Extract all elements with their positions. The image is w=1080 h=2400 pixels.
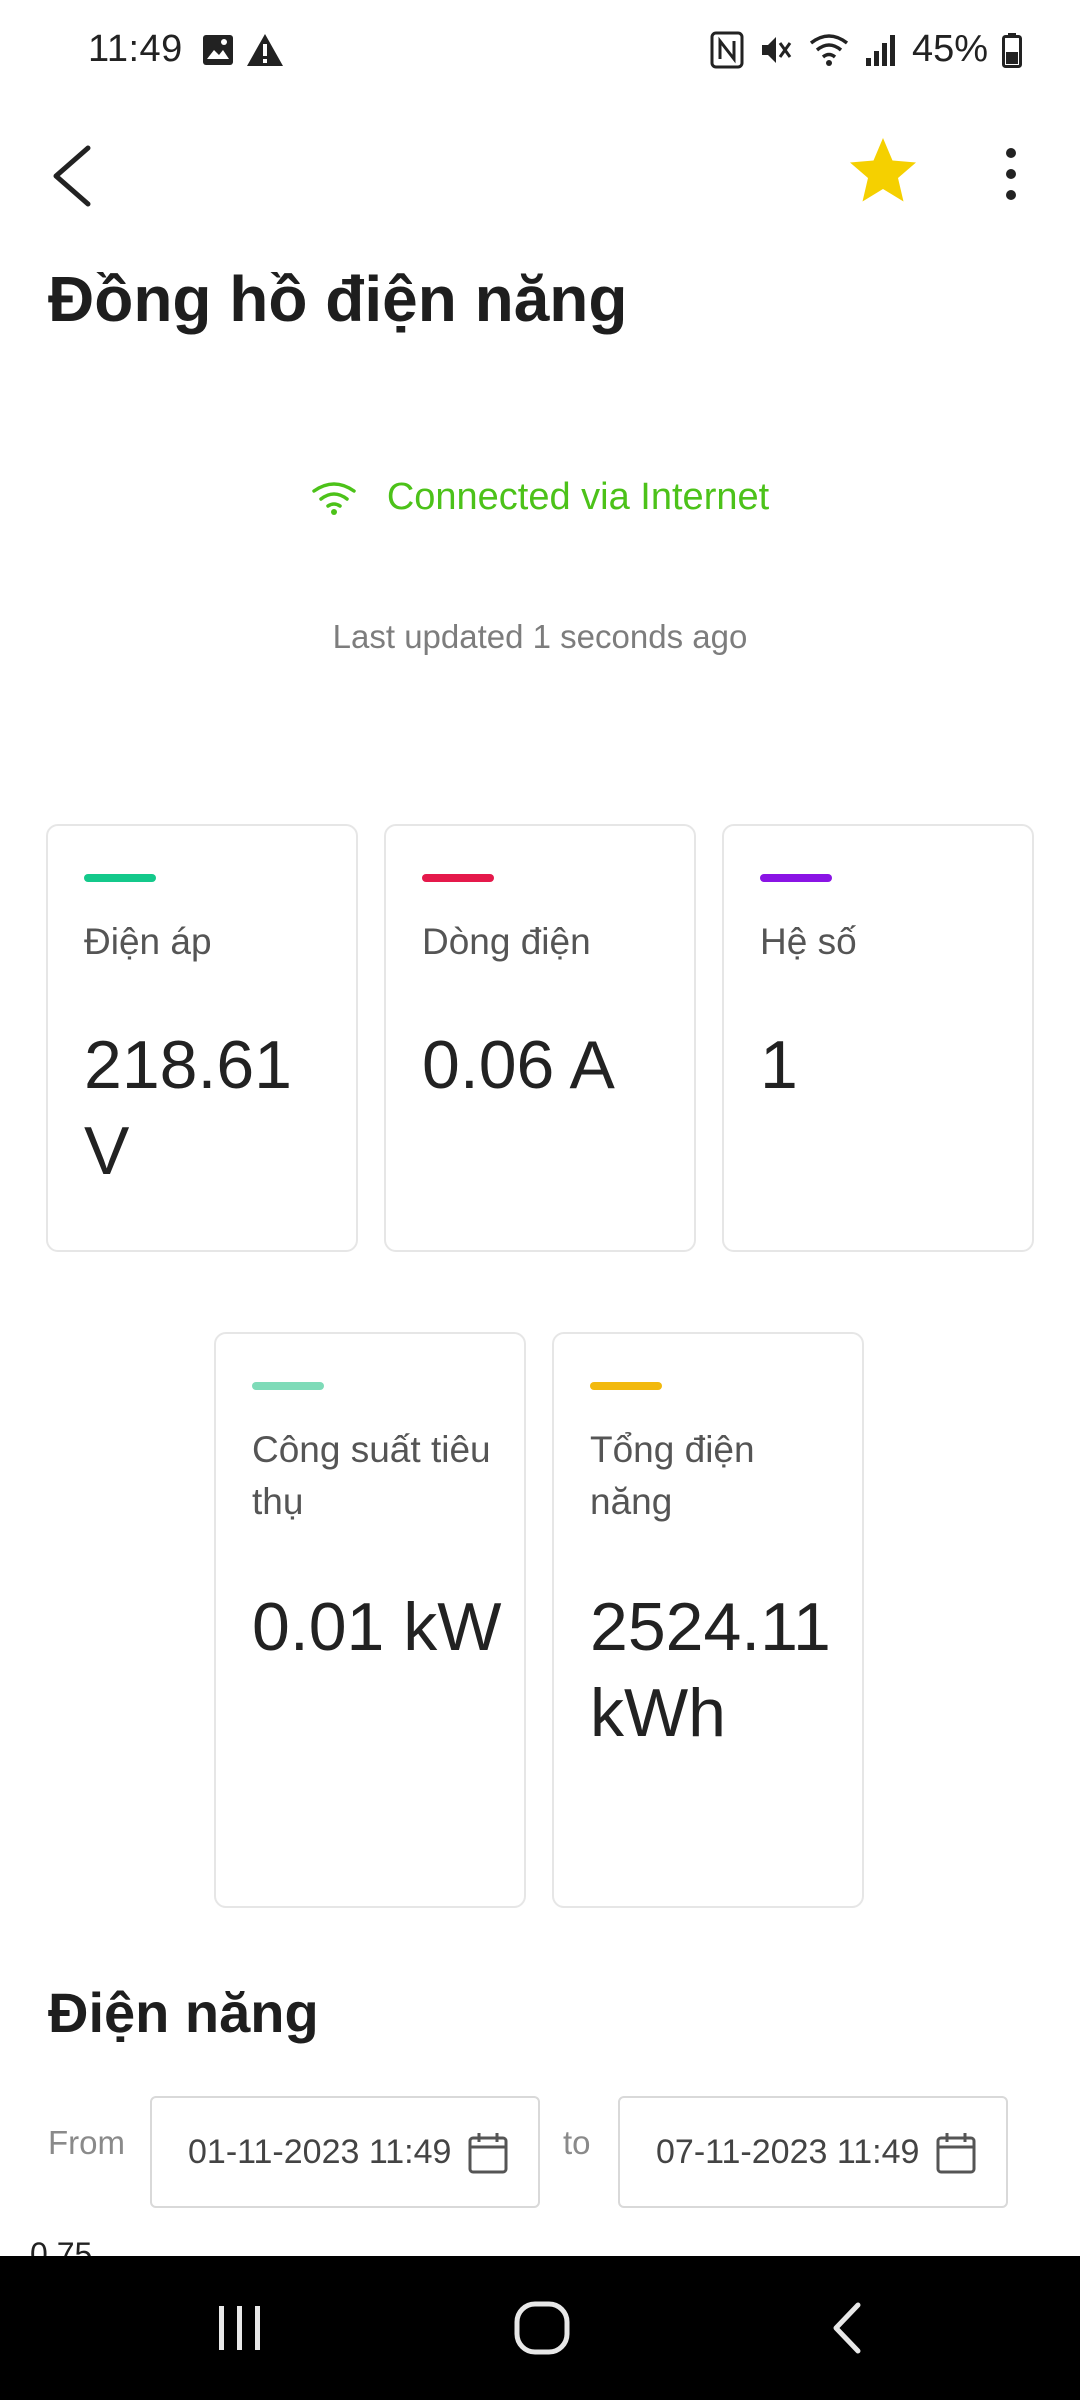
card-accent-bar [422,874,494,882]
metric-value: 218.61 V [84,1027,292,1189]
section-title: Điện năng [48,1981,319,2044]
card-accent-bar [84,874,156,882]
signal-icon [865,34,895,66]
metric-card-voltage[interactable]: Điện áp 218.61 V [46,824,358,1252]
metric-label: Điện áp [84,921,212,962]
from-label: From [48,2124,125,2161]
metric-label: Tổng điện năng [590,1429,755,1522]
battery-percentage: 45% [911,28,988,70]
nav-back-button[interactable] [806,2296,886,2360]
recent-apps-icon [219,2306,260,2350]
card-accent-bar [252,1382,324,1390]
to-date-value: 07-11-2023 11:49 [656,2132,920,2171]
home-button[interactable] [502,2296,582,2360]
system-nav-bar [0,2256,1080,2400]
status-icons: 45% [710,28,1022,71]
more-vertical-icon [1006,148,1016,158]
wifi-icon [312,481,356,515]
from-date-field[interactable]: 01-11-2023 11:49 [150,2096,540,2208]
star-icon [850,138,916,202]
metric-label: Dòng điện [422,921,591,962]
to-date-field[interactable]: 07-11-2023 11:49 [618,2096,1008,2208]
connection-status: Connected via Internet [0,476,1080,519]
card-accent-bar [590,1382,662,1390]
metric-label: Công suất tiêu thụ [252,1429,491,1522]
status-time: 11:49 [88,28,183,70]
metric-value: 0.01 kW [252,1589,502,1665]
connection-text: Connected via Internet [386,476,770,518]
screen: 11:49 45% Đồng hồ điện năng Connected vi… [0,0,1080,2400]
image-icon [203,35,233,65]
app-bar [0,120,1080,230]
last-updated-text: Last updated 1 seconds ago [332,618,748,655]
mute-icon [761,36,792,63]
metric-card-power-factor[interactable]: Hệ số 1 [722,824,1034,1252]
back-button[interactable] [36,138,106,214]
warning-icon [247,34,283,66]
metric-card-total-energy[interactable]: Tổng điện năng 2524.11 kWh [552,1332,864,1908]
metric-value: 2524.11 kWh [590,1589,831,1751]
more-options-button[interactable] [988,136,1034,212]
metric-label: Hệ số [760,921,857,962]
metric-value: 1 [760,1027,798,1103]
page-title: Đồng hồ điện năng [48,263,628,335]
calendar-icon [936,2133,976,2174]
recent-apps-button[interactable] [200,2296,280,2360]
back-arrow-icon [53,145,91,207]
to-label: to [563,2124,591,2161]
nfc-icon [710,31,744,68]
card-accent-bar [760,874,832,882]
metric-value: 0.06 A [422,1027,615,1103]
metric-card-current[interactable]: Dòng điện 0.06 A [384,824,696,1252]
back-icon [833,2302,861,2354]
status-bar: 11:49 45% [0,0,1080,104]
home-icon [514,2301,570,2355]
metric-card-power[interactable]: Công suất tiêu thụ 0.01 kW [214,1332,526,1908]
battery-icon [1002,32,1022,68]
favorite-button[interactable] [846,134,920,208]
wifi-icon [809,33,849,66]
calendar-icon [468,2133,508,2174]
from-date-value: 01-11-2023 11:49 [188,2132,452,2171]
